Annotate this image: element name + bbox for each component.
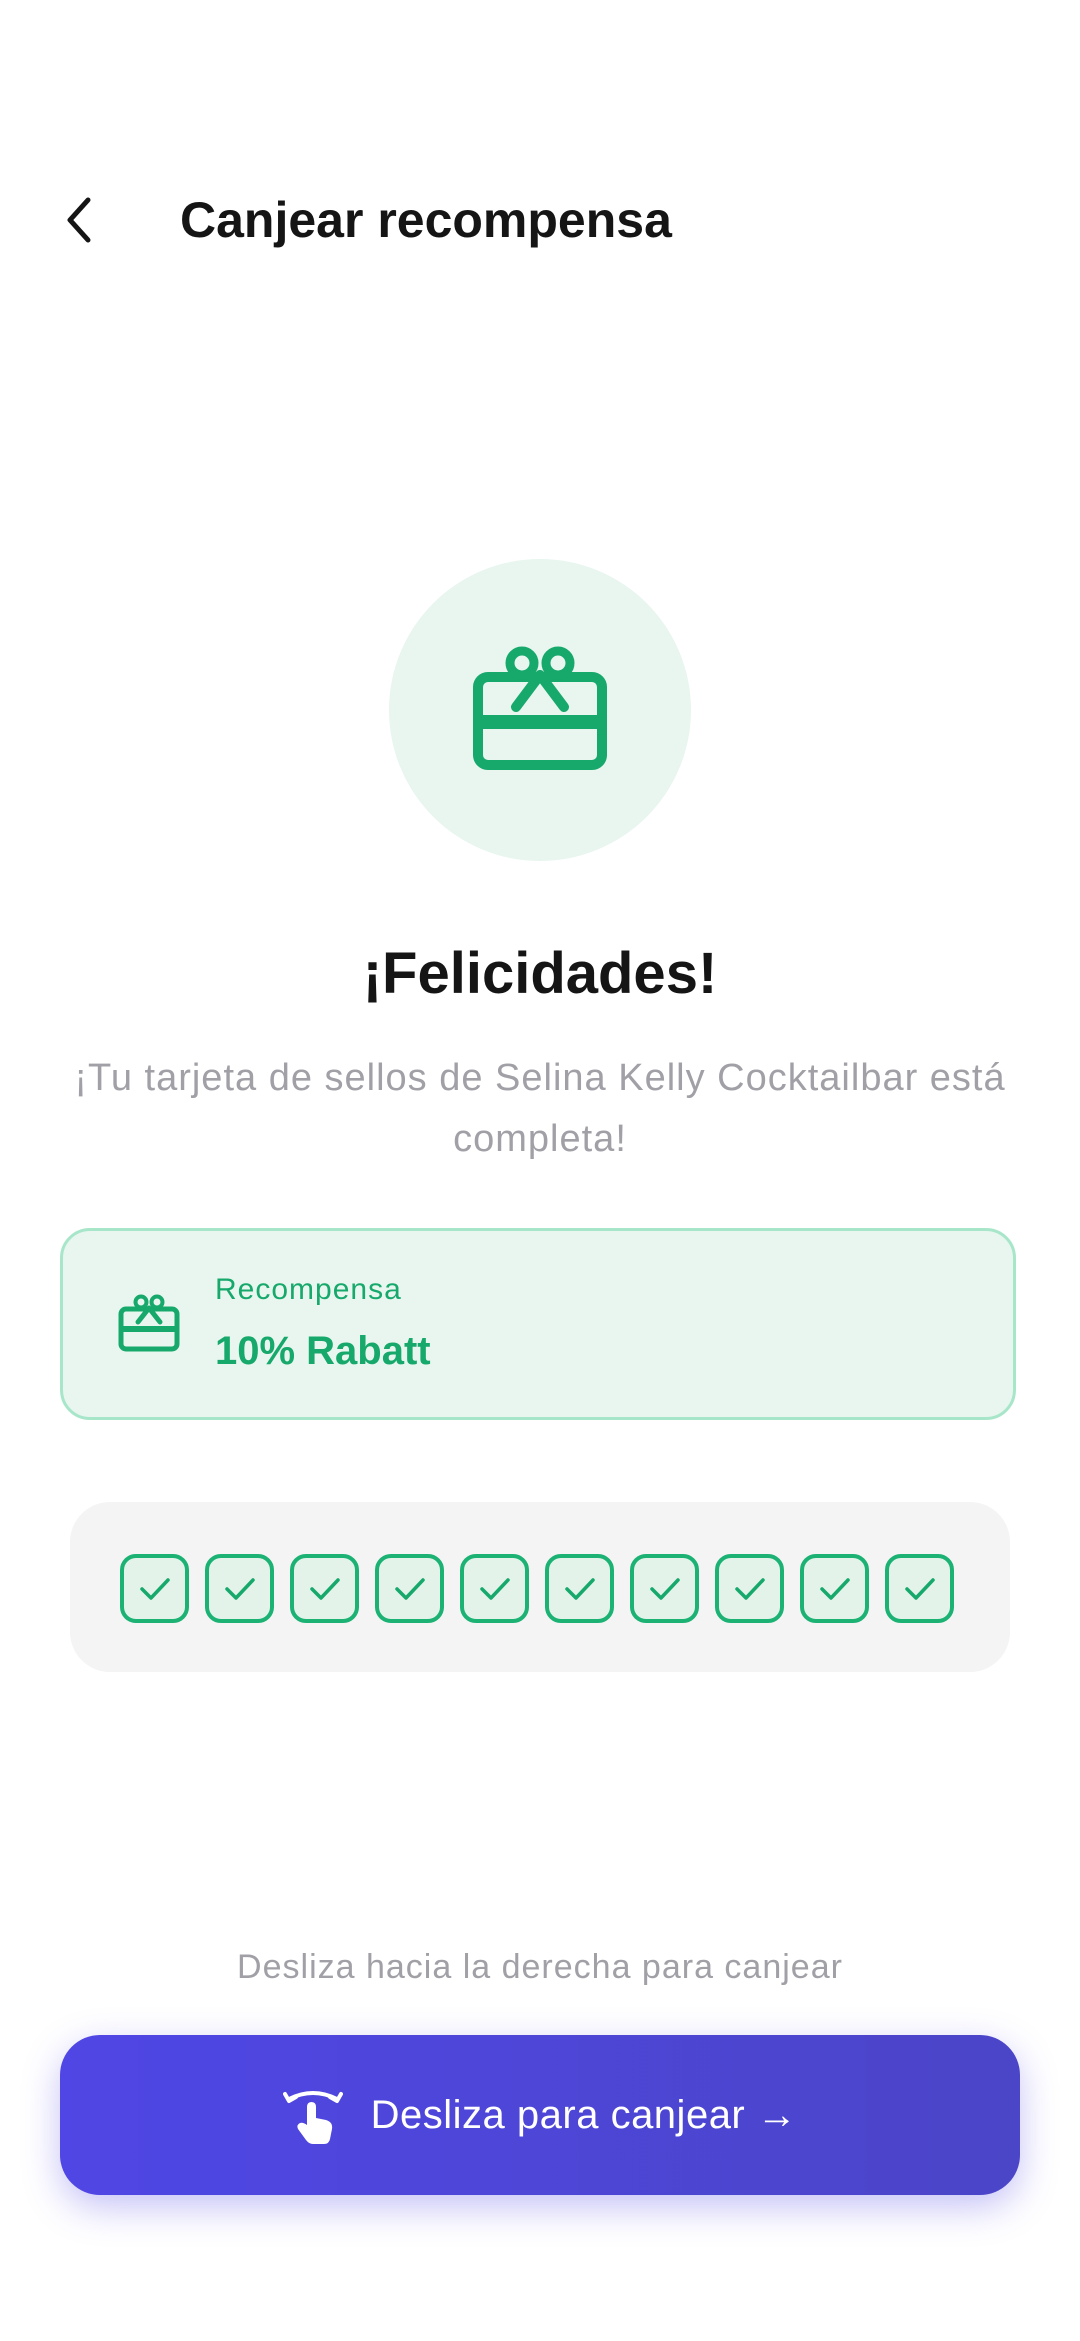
check-icon: [904, 1577, 935, 1600]
check-icon: [394, 1577, 425, 1600]
stamp-box: [205, 1554, 274, 1623]
reward-label: Recompensa: [215, 1273, 402, 1306]
check-icon: [224, 1577, 255, 1600]
stamp-box: [800, 1554, 869, 1623]
check-icon: [734, 1577, 765, 1600]
reward-hero-circle: [389, 559, 691, 861]
stamp-box: [630, 1554, 699, 1623]
stamp-box: [375, 1554, 444, 1623]
reward-card: Recompensa 10% Rabatt: [60, 1228, 1016, 1420]
gift-card-icon: [118, 1294, 180, 1352]
chevron-left-icon: [67, 197, 91, 243]
stamps-row: [120, 1554, 954, 1623]
stamp-box: [460, 1554, 529, 1623]
congrats-title: ¡Felicidades!: [362, 941, 718, 1006]
check-icon: [479, 1577, 510, 1600]
page-title: Canjear recompensa: [180, 192, 672, 248]
swipe-hint: Desliza hacia la derecha para canjear: [237, 1948, 843, 1986]
reward-value: 10% Rabatt: [215, 1329, 431, 1373]
check-icon: [819, 1577, 850, 1600]
swipe-button-label: Desliza para canjear →: [370, 2092, 798, 2137]
swipe-to-redeem-button[interactable]: Desliza para canjear →: [60, 2035, 1020, 2195]
swipe-hand-icon: [282, 2091, 343, 2144]
stamps-panel: [70, 1502, 1010, 1672]
top-bar: Canjear recompensa: [0, 170, 1080, 270]
check-icon: [309, 1577, 340, 1600]
stamp-box: [715, 1554, 784, 1623]
congrats-subtitle: ¡Tu tarjeta de sellos de Selina Kelly Co…: [74, 1057, 1006, 1160]
back-button[interactable]: [40, 180, 120, 260]
gift-card-icon: [473, 646, 607, 770]
check-icon: [139, 1577, 170, 1600]
check-icon: [649, 1577, 680, 1600]
check-icon: [564, 1577, 595, 1600]
stamp-box: [290, 1554, 359, 1623]
stamp-box: [885, 1554, 954, 1623]
stamp-box: [120, 1554, 189, 1623]
stamp-box: [545, 1554, 614, 1623]
